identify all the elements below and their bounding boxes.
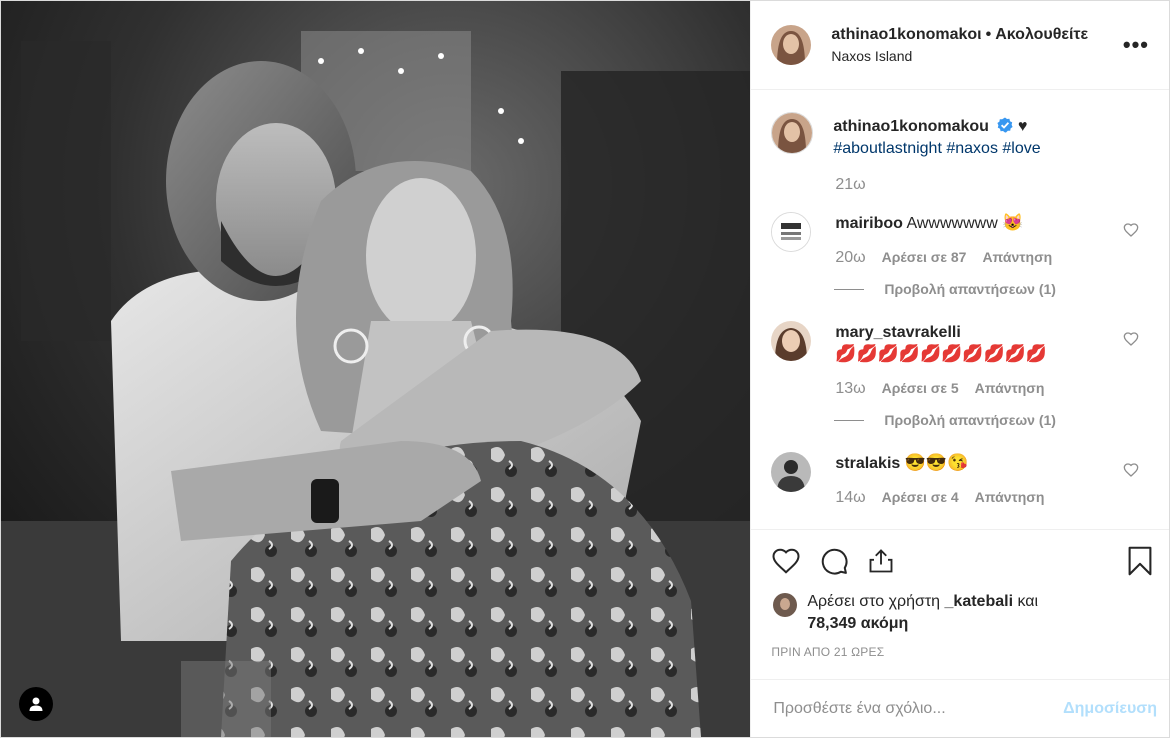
reply-button[interactable]: Απάντηση (975, 489, 1045, 507)
add-comment-form: Δημοσίευση (751, 679, 1169, 737)
reply-button[interactable]: Απάντηση (982, 249, 1052, 267)
likes-prefix: Αρέσει στο χρήστη (807, 593, 941, 610)
like-comment-heart-icon[interactable] (1123, 462, 1139, 478)
like-comment-heart-icon[interactable] (1123, 222, 1139, 238)
comment-emoji: 😎😎😘 (904, 453, 969, 472)
more-options-button[interactable]: ••• (1119, 32, 1153, 58)
caption-heart: ♥ (1017, 118, 1028, 135)
liker-username[interactable]: _katebali (945, 593, 1013, 610)
following-button[interactable]: Ακολουθείτε (995, 26, 1088, 43)
commenter-avatar[interactable] (771, 321, 812, 361)
comment-likes[interactable]: Αρέσει σε 4 (882, 489, 959, 507)
couple-photo-image (1, 1, 751, 737)
user-icon (29, 697, 43, 711)
view-replies-button[interactable]: Προβολή απαντήσεων (1) (834, 281, 1153, 297)
comment-time[interactable]: 20ω (835, 249, 865, 267)
header-separator: • (985, 26, 992, 43)
verified-badge-icon (997, 117, 1013, 133)
comment-likes[interactable]: Αρέσει σε 5 (882, 380, 959, 398)
comment-bubble-icon (822, 548, 848, 574)
likes-count-button[interactable]: 78,349 ακόμη (807, 615, 908, 632)
likes-summary: Αρέσει στο χρήστη _katebali και 78,349 α… (751, 591, 1169, 635)
caption-author-avatar[interactable] (771, 112, 814, 154)
likes-conj: και (1017, 593, 1039, 610)
bookmark-icon (1128, 546, 1152, 575)
tagged-users-button[interactable] (19, 687, 53, 721)
caption-time[interactable]: 21ω (835, 176, 1153, 194)
like-comment-heart-icon[interactable] (1123, 331, 1139, 347)
save-button[interactable] (1127, 546, 1153, 576)
comment-username[interactable]: mary_stavrakelli (835, 324, 960, 341)
comment-input[interactable] (771, 698, 1060, 719)
comment-time[interactable]: 14ω (835, 489, 865, 507)
comment-emoji: 💋💋💋💋💋💋💋💋💋💋 (835, 344, 1048, 363)
commenter-avatar[interactable] (771, 452, 812, 492)
comments-list[interactable]: athinao1konomakou ♥ #aboutlastnight #nax… (751, 90, 1169, 529)
hashtag-link[interactable]: #aboutlastnight (833, 140, 942, 157)
header-text: athinao1konomakoι • Ακολουθείτε Naxos Isla… (831, 26, 1119, 64)
action-bar (751, 529, 1169, 591)
liker-avatar[interactable] (773, 593, 798, 617)
view-replies-button[interactable]: Προβολή απαντήσεων (1) (834, 412, 1153, 428)
view-replies-label: Προβολή απαντήσεων (1) (884, 281, 1056, 297)
share-button[interactable] (867, 547, 895, 575)
post-date[interactable]: ΠΡΙΝ ΑΠΟ 21 ΩΡΕΣ (751, 635, 1169, 669)
comment-text: Awwwwwww (906, 215, 998, 232)
post-sidebar: athinao1konomakoι • Ακολουθείτε Naxos Isla… (750, 1, 1169, 737)
reply-button[interactable]: Απάντηση (975, 380, 1045, 398)
comment-time[interactable]: 13ω (835, 380, 865, 398)
hashtag-link[interactable]: #naxos (946, 140, 998, 157)
comment-item: stralakis 😎😎😘 14ω Αρέσει σε 4 Απάντηση (771, 452, 1153, 507)
comment-item: mairiboo Awwwwwww 😻 20ω Αρέσει σε 87 Απά… (771, 212, 1153, 267)
instagram-post: athinao1konomakoι • Ακολουθείτε Naxos Isla… (0, 0, 1170, 738)
heart-icon (772, 548, 800, 574)
post-comment-button[interactable]: Δημοσίευση (1059, 700, 1161, 718)
commenter-avatar[interactable] (771, 212, 812, 252)
comment-item: mary_stavrakelli 💋💋💋💋💋💋💋💋💋💋 13ω Αρέσει σ… (771, 321, 1153, 398)
comment-username[interactable]: stralakis (835, 455, 900, 472)
share-upload-icon (869, 548, 893, 572)
view-replies-label: Προβολή απαντήσεων (1) (884, 412, 1056, 428)
comment-emoji: 😻 (1002, 213, 1024, 232)
post-header: athinao1konomakoι • Ακολουθείτε Naxos Isla… (751, 1, 1169, 90)
hashtag-link[interactable]: #love (1002, 140, 1040, 157)
caption-username[interactable]: athinao1konomakou (833, 118, 989, 135)
comment-username[interactable]: mairiboo (835, 215, 903, 232)
post-photo[interactable] (1, 1, 751, 737)
header-username[interactable]: athinao1konomakoι (831, 26, 981, 43)
comment-likes[interactable]: Αρέσει σε 87 (882, 249, 967, 267)
caption: athinao1konomakou ♥ #aboutlastnight #nax… (771, 112, 1153, 160)
like-button[interactable] (771, 546, 801, 576)
comment-button[interactable] (819, 546, 849, 576)
location-link[interactable]: Naxos Island (831, 48, 1119, 64)
author-avatar[interactable] (771, 25, 812, 65)
